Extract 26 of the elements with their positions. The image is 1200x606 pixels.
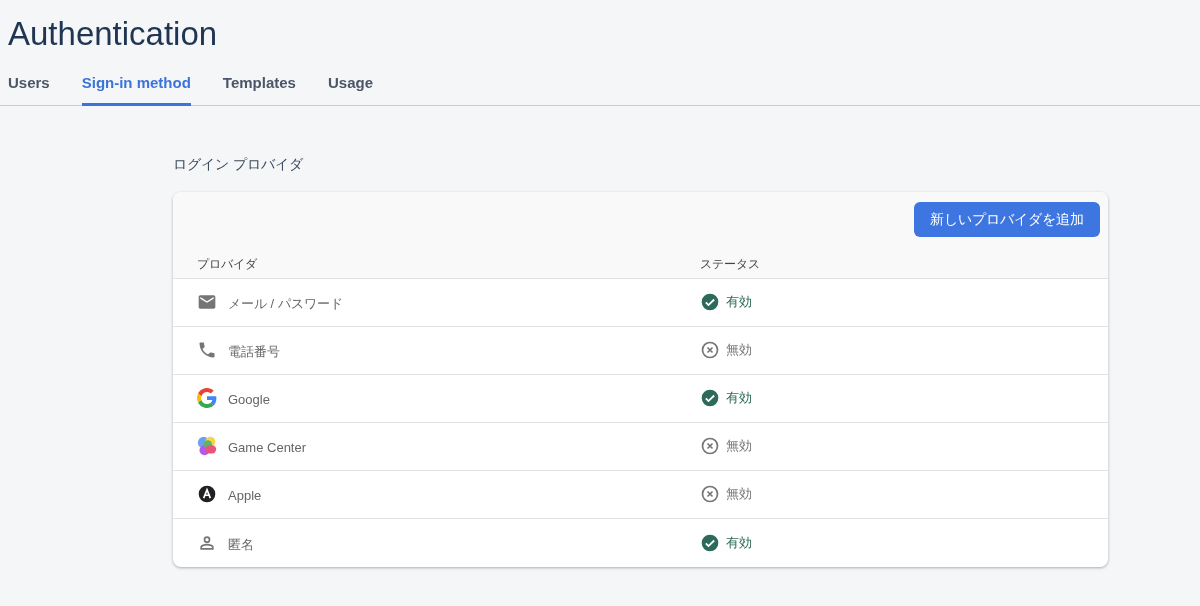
column-header: プロバイダ: [196, 255, 258, 273]
status-label: 無効: [726, 341, 752, 360]
add-provider-button[interactable]: 新しいプロバイダを追加: [914, 201, 1100, 237]
page-title: Authentication: [7, 14, 219, 54]
section-title: ログイン プロバイダ: [173, 154, 304, 174]
tab[interactable]: Templates: [222, 68, 296, 106]
tab[interactable]: Usage: [327, 68, 373, 106]
status-label: 有効: [726, 389, 752, 408]
tab[interactable]: Users: [8, 68, 50, 106]
envelope-icon: [197, 292, 217, 312]
provider-name: Game Center: [228, 439, 307, 458]
provider-name: 匿名: [228, 535, 254, 554]
google-g-icon: [197, 388, 217, 408]
provider-name: Google: [228, 391, 270, 410]
provider-name: メール / パスワード: [228, 295, 343, 314]
provider-name: 電話番号: [228, 343, 280, 362]
tab[interactable]: Sign-in method: [81, 68, 191, 106]
provider-name: Apple: [228, 487, 262, 506]
bubbles-icon: [197, 436, 217, 456]
status-label: 無効: [726, 437, 752, 456]
column-header: ステータス: [700, 255, 760, 273]
status-label: 有効: [726, 293, 752, 312]
letter-a-circle-icon: [197, 484, 217, 504]
phone-icon: [197, 340, 217, 360]
status-label: 無効: [726, 485, 752, 504]
status-label: 有効: [726, 533, 752, 552]
